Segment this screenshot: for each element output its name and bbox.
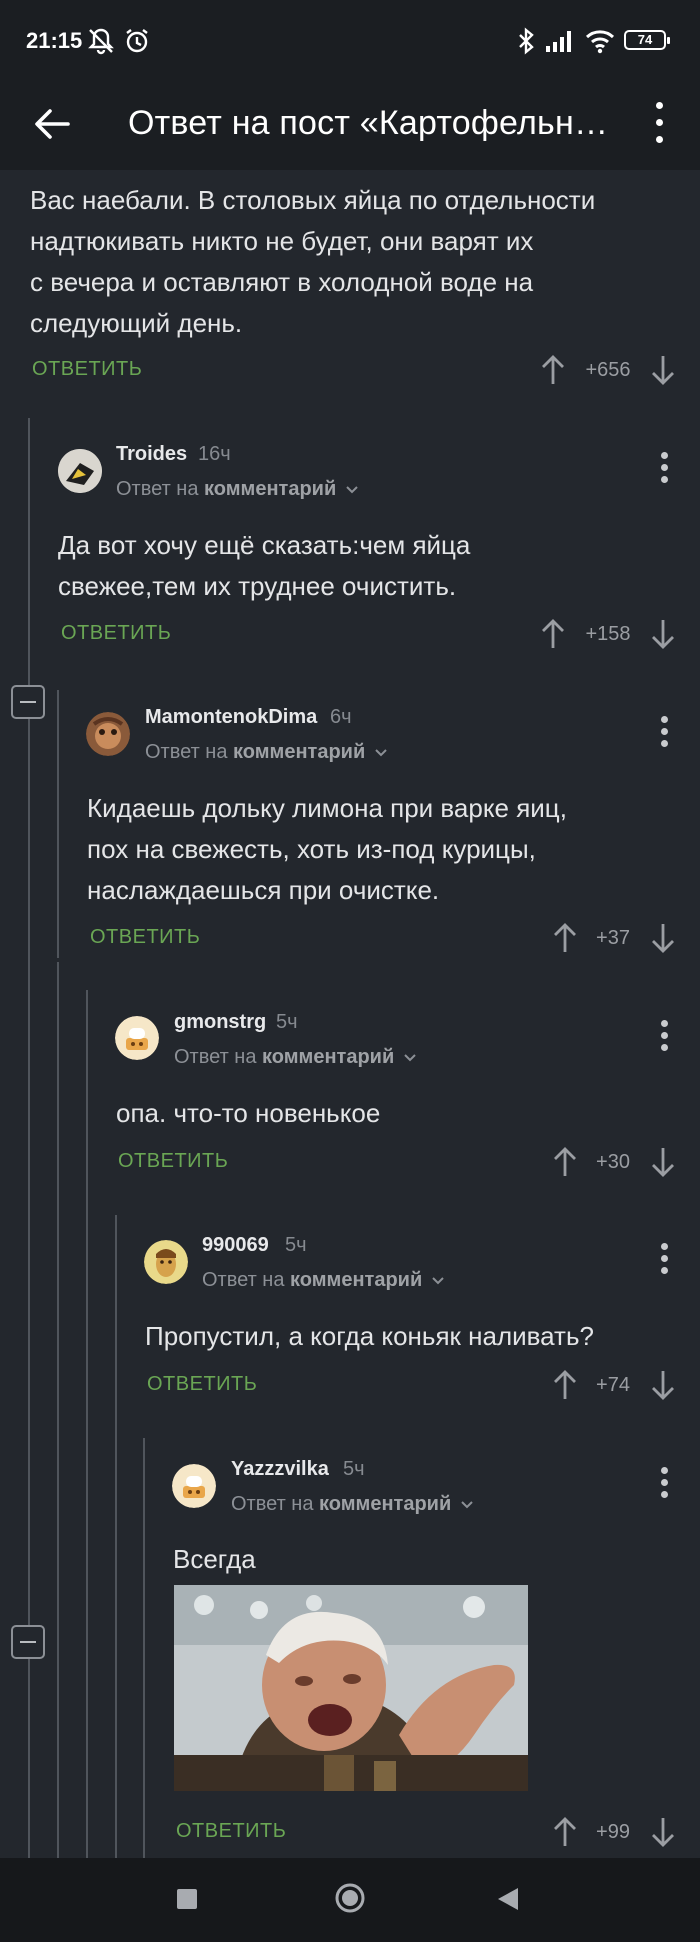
status-bar: 21:15 74 [0,0,700,80]
comment-score: +74 [596,1374,630,1396]
reply-to-link[interactable]: Ответ на комментарий [116,478,359,501]
reply-button[interactable]: ОТВЕТИТЬ [90,926,200,949]
upvote-icon[interactable] [541,354,565,386]
thread-line[interactable] [57,962,59,1858]
comment-author[interactable]: Troides [116,443,187,466]
wifi-icon [585,30,615,54]
comment-text: Кидаешь дольку лимона при варке яиц, пох… [87,793,567,905]
comment-menu-icon[interactable] [653,1465,677,1501]
recents-icon[interactable] [176,1888,198,1910]
comment-time: 5ч [276,1011,298,1033]
comment-time: 5ч [285,1234,307,1256]
avatar[interactable] [144,1240,188,1284]
page-title: Ответ на пост «Картофельные ответы» [128,104,618,142]
thread-line[interactable] [115,1215,117,1858]
signal-icon [546,31,571,52]
app-bar: Ответ на пост «Картофельные ответы» [0,80,700,170]
chevron-down-icon [461,1501,473,1509]
back-nav-icon[interactable] [496,1886,520,1912]
bluetooth-icon [519,27,534,55]
collapse-thread-button[interactable] [11,685,45,719]
comment-menu-icon[interactable] [653,1241,677,1277]
upvote-icon[interactable] [553,1816,577,1848]
comment-menu-icon[interactable] [653,1018,677,1054]
more-vert-icon[interactable] [648,100,672,148]
thread-line[interactable] [143,1438,145,1858]
comment-author[interactable]: gmonstrg [174,1011,266,1034]
comment-score: +37 [596,927,630,949]
reply-button[interactable]: ОТВЕТИТЬ [61,622,171,645]
status-time: 21:15 [26,28,83,53]
reply-button[interactable]: ОТВЕТИТЬ [147,1373,257,1396]
upvote-icon[interactable] [553,922,577,954]
downvote-icon[interactable] [651,1146,675,1178]
upvote-icon[interactable] [553,1146,577,1178]
chevron-down-icon [375,749,387,757]
comment-image[interactable] [174,1585,528,1791]
reply-to-link[interactable]: Ответ на комментарий [231,1493,474,1516]
comment-text: Вас наебали. В столовых яйца по отдельно… [30,185,596,338]
upvote-icon[interactable] [541,618,565,650]
chevron-down-icon [346,486,358,494]
comment-score: +99 [596,1821,630,1843]
thread-line[interactable] [86,990,88,1858]
avatar[interactable] [115,1016,159,1060]
reply-button[interactable]: ОТВЕТИТЬ [118,1150,228,1173]
thread-line[interactable] [57,690,59,958]
avatar[interactable] [58,449,102,493]
arrow-left-icon[interactable] [30,102,74,146]
chevron-down-icon [404,1054,416,1062]
battery-icon: 74 [624,30,670,50]
comment-text: Да вот хочу ещё сказать:чем яйца свежее,… [58,530,471,601]
reply-button[interactable]: ОТВЕТИТЬ [176,1820,286,1843]
comment-score: +30 [596,1151,630,1173]
downvote-icon[interactable] [651,354,675,386]
home-icon[interactable] [334,1882,366,1914]
comment-author[interactable]: Yazzzvilka [231,1458,329,1481]
comment-menu-icon[interactable] [653,450,677,486]
system-nav-bar [0,1858,700,1942]
reply-button[interactable]: ОТВЕТИТЬ [32,358,142,381]
upvote-icon[interactable] [553,1369,577,1401]
reply-to-link[interactable]: Ответ на комментарий [174,1046,417,1069]
comment-text: Всегда [173,1544,256,1574]
comment-score: +656 [585,359,631,381]
avatar[interactable] [86,712,130,756]
comment-time: 16ч [198,443,231,465]
comment-time: 5ч [343,1458,365,1480]
comment-text: опа. что-то новенькое [116,1098,381,1128]
reply-to-link[interactable]: Ответ на комментарий [145,741,388,764]
downvote-icon[interactable] [651,1816,675,1848]
notifications-off-icon [88,28,114,55]
comment-text: Пропустил, а когда коньяк наливать? [145,1321,594,1351]
downvote-icon[interactable] [651,922,675,954]
comment-author[interactable]: MamontenokDima [145,706,317,729]
downvote-icon[interactable] [651,1369,675,1401]
comment-time: 6ч [330,706,352,728]
chevron-down-icon [432,1277,444,1285]
comment-menu-icon[interactable] [653,714,677,750]
reply-to-link[interactable]: Ответ на комментарий [202,1269,445,1292]
avatar[interactable] [172,1464,216,1508]
collapse-thread-button[interactable] [11,1625,45,1659]
downvote-icon[interactable] [651,618,675,650]
comment-author[interactable]: 990069 [202,1234,269,1257]
alarm-icon [126,29,148,53]
comment-score: +158 [585,623,631,645]
